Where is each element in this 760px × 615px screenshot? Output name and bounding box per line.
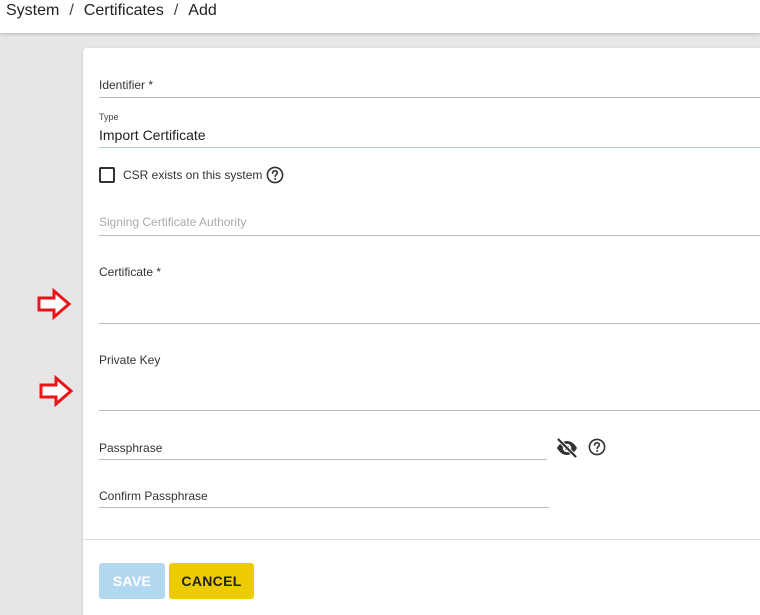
identifier-underline — [99, 97, 760, 98]
confirm-passphrase-input[interactable] — [99, 488, 549, 506]
private-key-label: Private Key — [99, 353, 161, 367]
help-icon[interactable] — [588, 438, 606, 456]
breadcrumb-certificates[interactable]: Certificates — [84, 2, 164, 19]
identifier-input[interactable] — [99, 80, 760, 96]
save-button[interactable]: SAVE — [99, 563, 165, 599]
red-arrow-icon — [38, 374, 74, 412]
type-select[interactable]: Import Certificate — [99, 127, 760, 145]
breadcrumb-separator: / — [69, 2, 74, 19]
certificate-underline — [99, 323, 760, 324]
breadcrumb-separator: / — [173, 2, 179, 19]
csr-exists-checkbox[interactable] — [99, 167, 115, 183]
confirm-passphrase-underline — [99, 507, 549, 508]
private-key-textarea[interactable] — [99, 372, 760, 408]
private-key-underline — [99, 410, 760, 411]
breadcrumb: System / Certificates / Add — [6, 2, 217, 20]
red-arrow-icon — [36, 287, 72, 325]
signing-authority-select[interactable] — [99, 210, 760, 234]
eye-off-icon[interactable] — [555, 437, 579, 459]
csr-exists-label: CSR exists on this system — [123, 168, 263, 182]
type-label: Type — [99, 112, 119, 122]
top-bar: System / Certificates / Add — [0, 0, 760, 33]
breadcrumb-add: Add — [188, 2, 217, 19]
form-divider — [83, 539, 760, 540]
passphrase-underline — [99, 459, 547, 460]
cancel-button[interactable]: CANCEL — [169, 563, 254, 599]
help-icon[interactable] — [266, 166, 284, 184]
breadcrumb-system[interactable]: System — [6, 2, 59, 19]
certificate-textarea[interactable] — [99, 284, 760, 320]
passphrase-input[interactable] — [99, 440, 547, 458]
certificate-label: Certificate * — [99, 265, 162, 279]
type-underline — [99, 147, 760, 148]
signing-authority-underline — [99, 235, 760, 236]
